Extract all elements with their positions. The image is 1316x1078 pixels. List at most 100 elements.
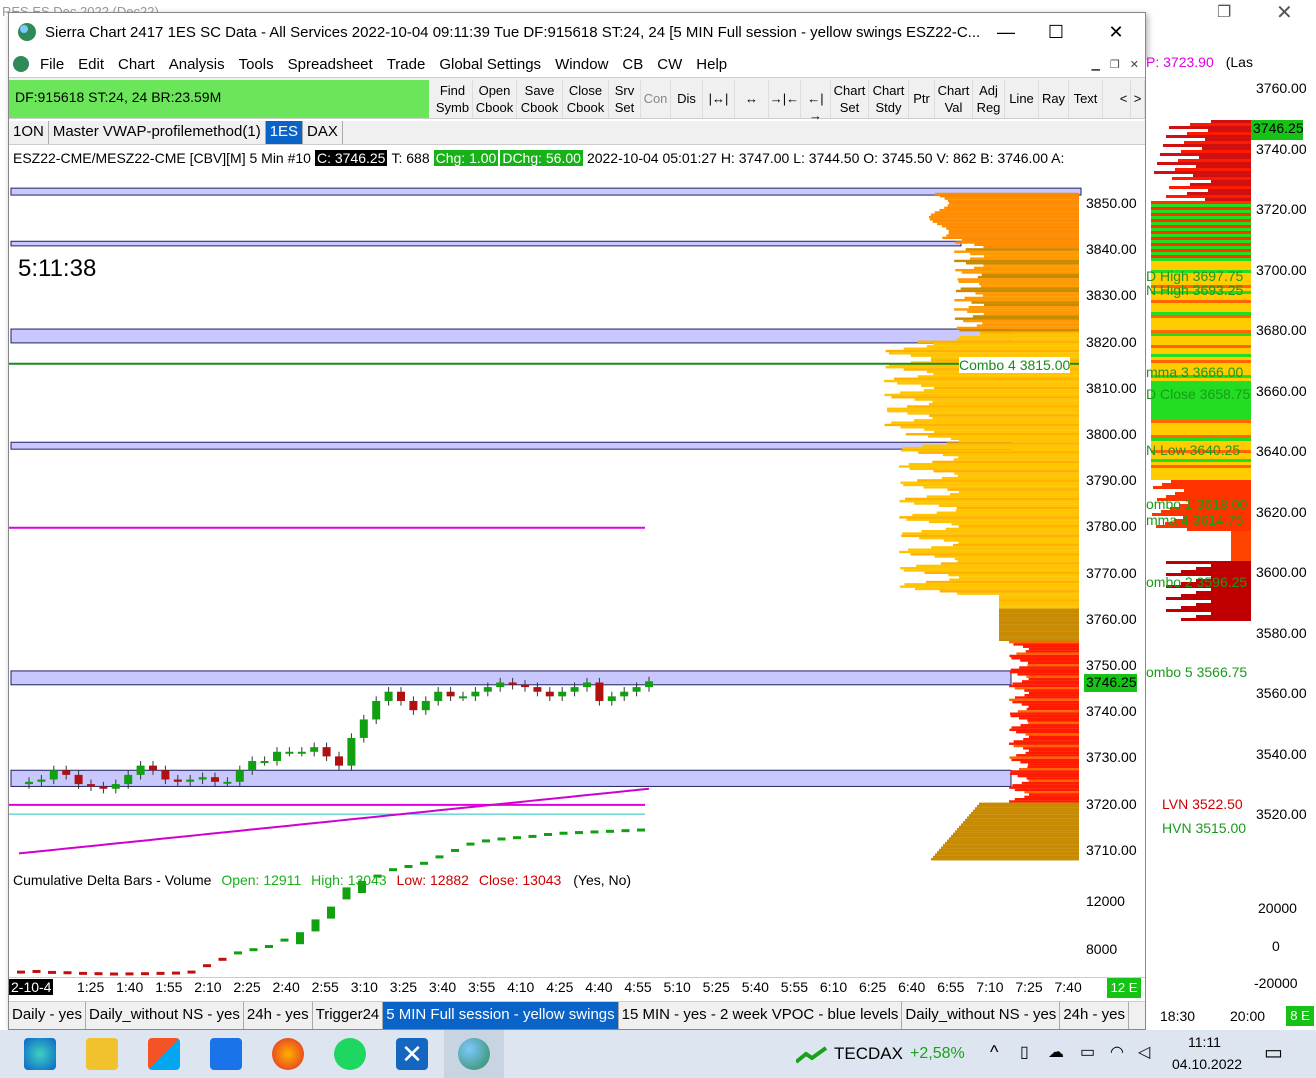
chart-tab-3[interactable]: DAX: [303, 121, 343, 144]
close-button[interactable]: ✕: [1093, 13, 1139, 51]
toolbar-button-16[interactable]: Line: [1005, 80, 1039, 118]
volume-profile-bar: [886, 407, 1079, 410]
menu-spreadsheet[interactable]: Spreadsheet: [281, 56, 380, 73]
wifi-icon[interactable]: ◠: [1110, 1042, 1124, 1062]
toolbar-button-5[interactable]: Con: [641, 80, 671, 118]
price-chart-canvas[interactable]: [9, 147, 1145, 987]
toolbar-button-8[interactable]: ↔: [735, 80, 769, 118]
close-icon[interactable]: ✕: [1276, 0, 1293, 25]
menu-global-settings[interactable]: Global Settings: [432, 56, 548, 73]
mail-icon[interactable]: [210, 1038, 242, 1070]
chartbook-tab-3[interactable]: Trigger24: [313, 1002, 384, 1029]
volume-profile-bar: [999, 636, 1079, 639]
candle-body: [161, 770, 170, 780]
toolbar-button-4[interactable]: Srv Set: [609, 80, 641, 118]
chart-tab-2[interactable]: 1ES: [265, 121, 304, 144]
store-icon[interactable]: [148, 1038, 180, 1070]
xtrader-icon[interactable]: ✕: [396, 1038, 428, 1070]
ticker-name[interactable]: TECDAX: [834, 1044, 903, 1064]
toolbar-button-12[interactable]: Chart Stdy: [869, 80, 909, 118]
minimize-button[interactable]: —: [983, 13, 1029, 51]
time-axis-label-16: 5:10: [663, 979, 691, 995]
time-axis-label-10: 3:40: [428, 979, 457, 995]
secondary-profile-bar: [1190, 123, 1251, 126]
volume-profile-bar: [1019, 767, 1079, 771]
toolbar-button-17[interactable]: Ray: [1039, 80, 1069, 118]
toolbar-button-9[interactable]: →|←: [769, 80, 801, 118]
chartbook-tab-7[interactable]: 24h - yes: [1060, 1002, 1130, 1029]
chartbook-tab-6[interactable]: Daily_without NS - yes: [902, 1002, 1061, 1029]
toolbar-button-20[interactable]: >: [1131, 80, 1145, 118]
volume-icon[interactable]: ◁: [1138, 1042, 1150, 1062]
spotify-icon[interactable]: [334, 1038, 366, 1070]
volume-profile-bar: [1013, 643, 1079, 646]
mdi-minimize-icon[interactable]: ▁: [1091, 58, 1099, 71]
volume-profile-bar: [899, 499, 1079, 503]
file-explorer-icon[interactable]: [86, 1038, 118, 1070]
volume-profile-bar: [908, 548, 1079, 551]
chart-tabs: 1ON Master VWAP-profilemethod(1) 1ES DAX: [9, 121, 1145, 145]
clock-time[interactable]: 11:11: [1188, 1034, 1221, 1050]
restore-icon[interactable]: ❐: [1217, 2, 1231, 22]
chartbook-tab-4[interactable]: 5 MIN Full session - yellow swings: [383, 1002, 619, 1029]
notification-icon[interactable]: ▭: [1264, 1040, 1283, 1065]
toolbar-button-1[interactable]: Open Cbook: [473, 80, 517, 118]
toolbar-button-18[interactable]: Text: [1069, 80, 1103, 118]
menu-trade[interactable]: Trade: [380, 56, 433, 73]
secondary-profile-bar: [1172, 177, 1251, 180]
price-axis-label-3: 3820.00: [1086, 333, 1137, 350]
menu-chart[interactable]: Chart: [111, 56, 162, 73]
delta-bar: [528, 834, 537, 838]
menu-globe-icon: [13, 56, 29, 72]
toolbar-button-19[interactable]: <: [1117, 80, 1131, 118]
volume-profile-bar: [1009, 786, 1079, 789]
chartbook-tab-0[interactable]: Daily - yes: [9, 1002, 87, 1029]
edge-icon[interactable]: [24, 1038, 56, 1070]
menu-help[interactable]: Help: [689, 56, 734, 73]
toolbar-button-13[interactable]: Ptr: [909, 80, 935, 118]
time-axis-label-1: 1:25: [77, 979, 105, 995]
toolbar-button-7[interactable]: |↔|: [703, 80, 735, 118]
volume-profile-bar: [921, 384, 1079, 387]
toolbar-button-3[interactable]: Close Cbook: [563, 80, 609, 118]
mdi-restore-icon[interactable]: ❐: [1110, 58, 1120, 71]
chart-tab-0[interactable]: 1ON: [9, 121, 49, 144]
chevron-up-icon[interactable]: ^: [990, 1042, 998, 1063]
chart-tab-1[interactable]: Master VWAP-profilemethod(1): [49, 121, 266, 144]
time-axis-label-23: 6:55: [937, 979, 965, 995]
maximize-button[interactable]: ☐: [1033, 13, 1079, 51]
firefox-icon[interactable]: [272, 1038, 304, 1070]
toolbar-button-6[interactable]: Dis: [671, 80, 703, 118]
cloud-icon[interactable]: ☁: [1048, 1042, 1064, 1062]
secondary-profile-bar: [1205, 138, 1251, 141]
mdi-close-icon[interactable]: ✕: [1130, 58, 1139, 71]
menu-cw[interactable]: CW: [650, 56, 689, 73]
secondary-profile-bar: [1199, 156, 1251, 159]
toolbar-button-10[interactable]: ←|→: [801, 80, 831, 123]
chartbook-tab-2[interactable]: 24h - yes: [244, 1002, 313, 1029]
toolbar-button-2[interactable]: Save Cbook: [517, 80, 563, 118]
time-axis-label-19: 5:55: [780, 979, 809, 995]
chart-area[interactable]: ESZ22-CME/MESZ22-CME [CBV][M] 5 Min #10 …: [9, 147, 1145, 987]
toolbar-button-0[interactable]: Find Symb: [433, 80, 473, 118]
time-axis-label-11: 3:55: [468, 979, 496, 995]
title-bar[interactable]: Sierra Chart 2417 1ES SC Data - All Serv…: [9, 13, 1145, 51]
menu-analysis[interactable]: Analysis: [162, 56, 232, 73]
chartbook-tab-5[interactable]: 15 MIN - yes - 2 week VPOC - blue levels: [619, 1002, 903, 1029]
battery-icon[interactable]: ▭: [1080, 1042, 1095, 1062]
tray-device-icon[interactable]: ▯: [1020, 1042, 1029, 1062]
volume-profile-bar: [932, 220, 1079, 223]
menu-edit[interactable]: Edit: [71, 56, 111, 73]
clock-date[interactable]: 04.10.2022: [1172, 1056, 1242, 1072]
toolbar-button-15[interactable]: Adj Reg: [973, 80, 1005, 118]
sierra-chart-taskbar-icon[interactable]: [458, 1038, 490, 1070]
menu-cb[interactable]: CB: [615, 56, 650, 73]
menu-file[interactable]: File: [33, 56, 71, 73]
menu-tools[interactable]: Tools: [232, 56, 281, 73]
toolbar-button-14[interactable]: Chart Val: [935, 80, 973, 118]
secondary-chart-panel[interactable]: P: 3723.90 (Las 3760.00 3740.00 3720.00 3700…: [1146, 54, 1316, 1030]
menu-window[interactable]: Window: [548, 56, 615, 73]
chartbook-tab-1[interactable]: Daily_without NS - yes: [86, 1002, 244, 1029]
secondary-profile-bar: [1151, 213, 1251, 216]
toolbar-button-11[interactable]: Chart Set: [831, 80, 869, 118]
